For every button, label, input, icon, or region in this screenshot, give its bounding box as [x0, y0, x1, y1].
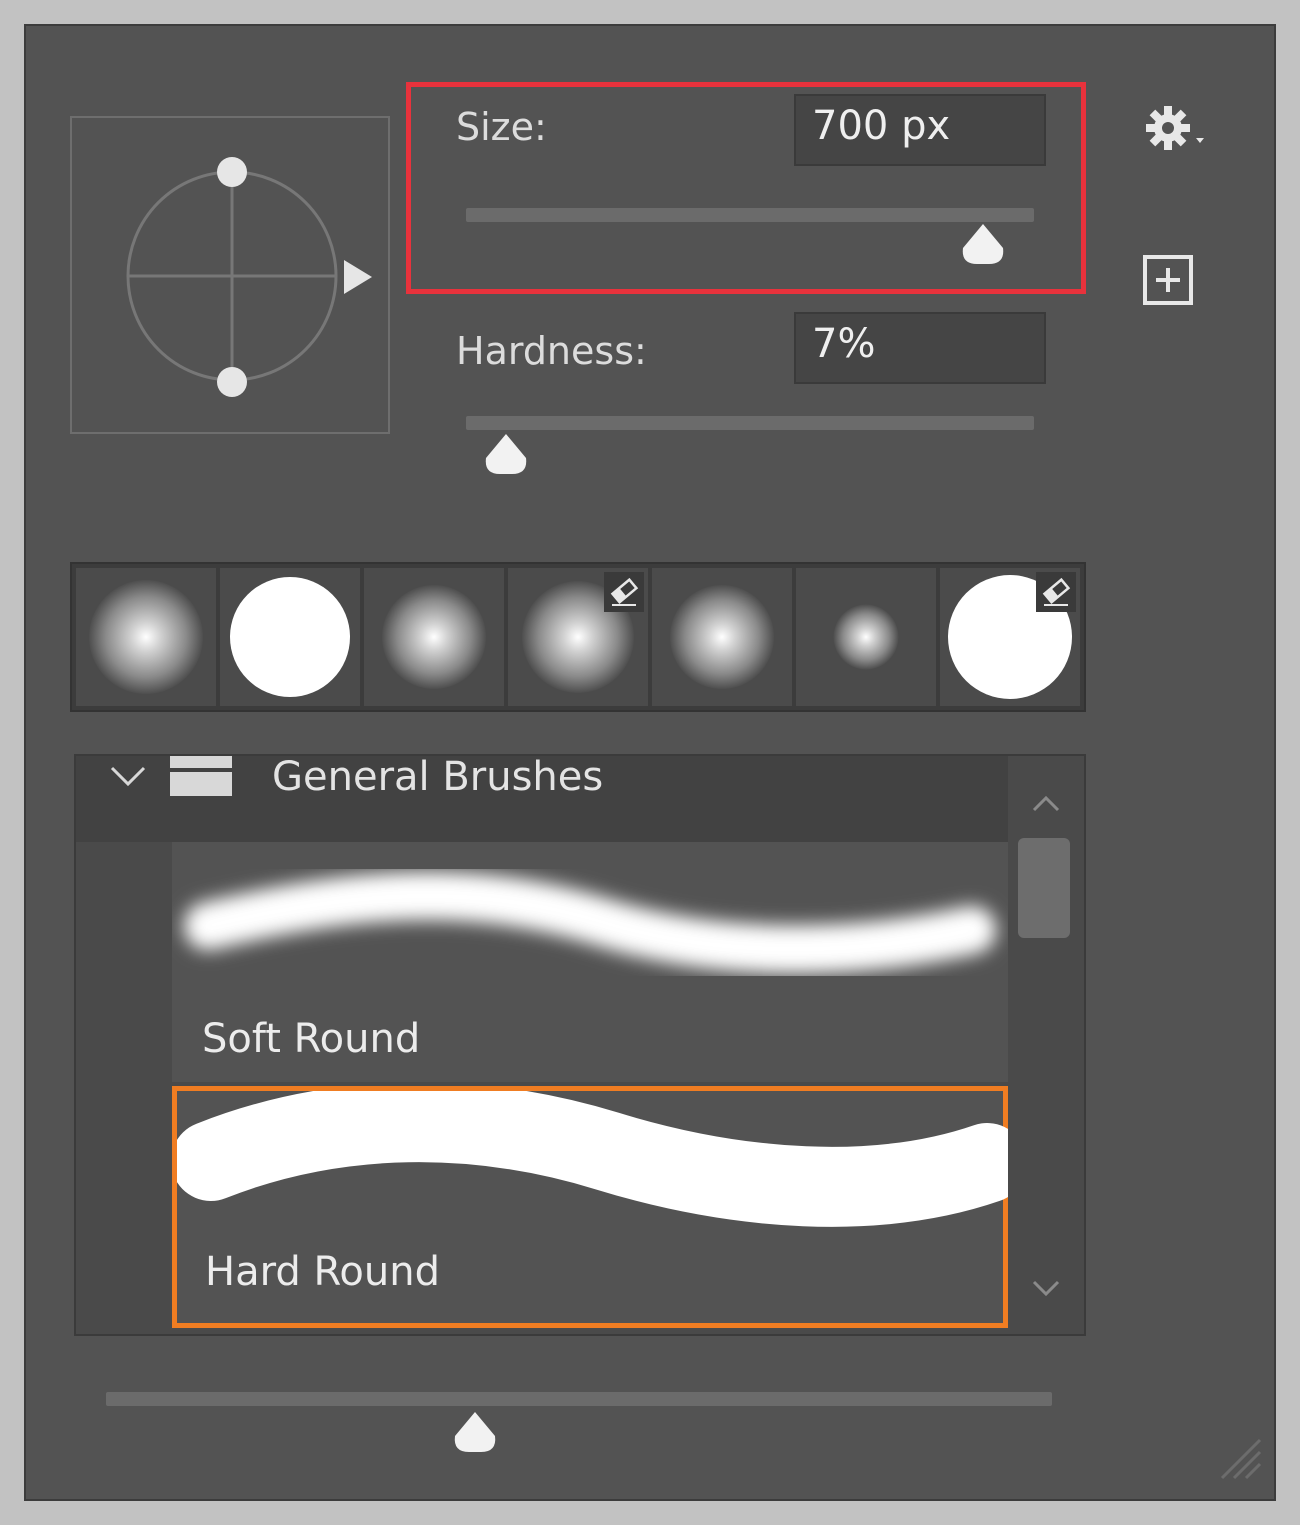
brush-preset-soft-round-medium[interactable] [364, 568, 504, 706]
chevron-down-icon[interactable] [108, 762, 148, 792]
plus-square-icon[interactable] [1142, 254, 1196, 308]
hard-brush-tip-icon [230, 577, 350, 697]
soft-brush-tip-icon [382, 585, 486, 689]
eraser-icon [604, 572, 644, 612]
hardness-input[interactable]: 7% [794, 312, 1046, 384]
chevron-down-icon[interactable] [1030, 1276, 1062, 1300]
hardness-slider-thumb[interactable] [482, 432, 530, 476]
eraser-icon [1036, 572, 1076, 612]
brush-preset-picker-panel: Size: 700 px Hardness: 7% General Brushe… [24, 24, 1276, 1501]
brush-preset-hard-round-eraser[interactable] [940, 568, 1080, 706]
brush-preset-soft-round-medium-2[interactable] [652, 568, 792, 706]
tip-angle-roundness-icon[interactable] [72, 118, 388, 432]
brush-group-header[interactable]: General Brushes [76, 756, 1008, 842]
folder-icon [170, 756, 232, 796]
list-item-soft-round[interactable]: Soft Round [172, 842, 1008, 1082]
resize-grip-icon[interactable] [1212, 1430, 1264, 1482]
brush-preset-soft-round-large[interactable] [76, 568, 216, 706]
brush-preset-hard-round[interactable] [220, 568, 360, 706]
hard-round-stroke-preview [177, 1091, 1013, 1227]
soft-round-stroke-preview [184, 872, 996, 974]
soft-brush-tip-icon [89, 580, 203, 694]
size-highlight-box [406, 82, 1086, 294]
hardness-label: Hardness: [456, 329, 647, 373]
brush-preset-soft-round-small[interactable] [796, 568, 936, 706]
preview-size-slider-thumb[interactable] [451, 1410, 499, 1454]
chevron-up-icon[interactable] [1030, 792, 1062, 816]
hardness-slider-track[interactable] [466, 416, 1034, 430]
scrollbar-thumb[interactable] [1018, 838, 1070, 938]
preview-size-slider-track[interactable] [106, 1392, 1052, 1406]
brush-tip-shape-preview[interactable] [70, 116, 390, 434]
list-item-label: Soft Round [202, 1016, 421, 1062]
list-item-hard-round[interactable]: Hard Round [172, 1086, 1013, 1328]
list-item-label: Hard Round [205, 1249, 440, 1295]
soft-brush-tip-icon [833, 604, 899, 670]
brush-preset-soft-round-eraser[interactable] [508, 568, 648, 706]
soft-brush-tip-icon [670, 585, 774, 689]
brush-list: General Brushes Soft Round Hard Round [74, 754, 1086, 1336]
recent-brush-presets [70, 562, 1086, 712]
gear-icon[interactable] [1140, 100, 1220, 160]
brush-group-name: General Brushes [272, 754, 604, 800]
